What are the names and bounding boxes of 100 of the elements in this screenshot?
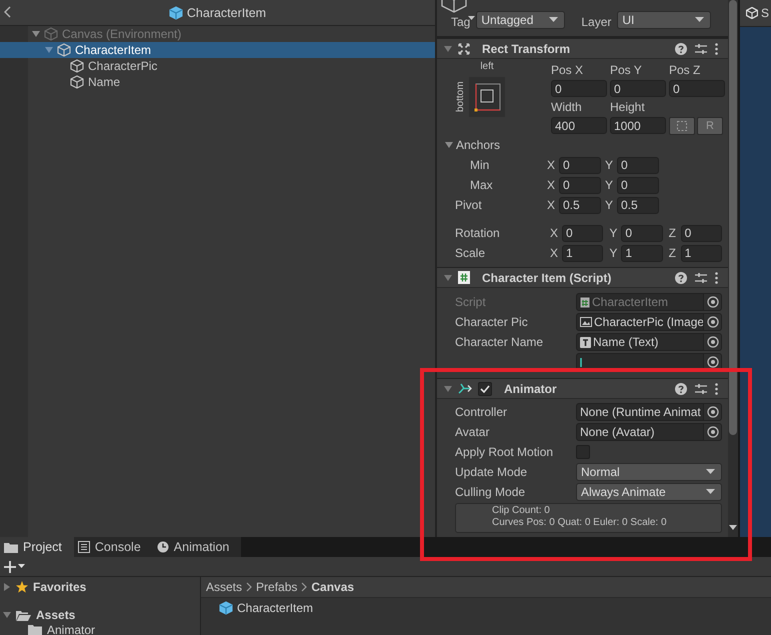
cube-icon — [168, 6, 183, 20]
checkbox[interactable] — [576, 445, 590, 459]
number-field[interactable]: 1000 — [610, 117, 666, 134]
disclosure-triangle-icon[interactable] — [444, 384, 452, 392]
more-icon[interactable] — [715, 42, 718, 54]
field-label: Script — [455, 295, 487, 309]
object-field[interactable]: None (Avatar) — [576, 423, 722, 441]
panel-tab[interactable]: Console — [74, 537, 153, 557]
presets-icon[interactable] — [695, 382, 707, 394]
field-label: Pos Y — [610, 62, 643, 79]
number-field[interactable]: 0 — [617, 156, 659, 174]
disclosure-triangle-icon[interactable] — [3, 583, 11, 591]
object-field[interactable]: None (Runtime Animat — [576, 403, 722, 421]
info-text: Curves Pos: 0 Quat: 0 Euler: 0 Scale: 0 — [492, 517, 668, 529]
project-tree-item[interactable]: Animator — [0, 623, 200, 635]
number-field[interactable]: 0 — [562, 224, 604, 242]
number-field[interactable]: 0 — [559, 156, 601, 174]
layer-dropdown[interactable]: UI — [617, 11, 712, 29]
image-icon — [580, 317, 592, 327]
number-field[interactable]: 0 — [669, 80, 725, 97]
field-label: Pos Z — [669, 62, 702, 79]
object-picker-icon[interactable] — [706, 316, 718, 328]
field-value: None (Runtime Animat — [580, 405, 701, 419]
dropdown-caret-icon — [706, 489, 715, 495]
panel-tab[interactable]: Project — [0, 537, 74, 557]
object-picker-icon[interactable] — [706, 296, 718, 308]
more-icon[interactable] — [715, 382, 718, 394]
presets-icon[interactable] — [695, 272, 707, 284]
list-icon — [78, 541, 90, 553]
axis-label: X — [547, 198, 556, 212]
number-field[interactable]: 0 — [680, 224, 722, 242]
axis-label: Y — [605, 158, 614, 172]
chevron-icon — [301, 582, 308, 592]
tag-dropdown[interactable]: Untagged — [476, 11, 566, 29]
dropdown[interactable]: Normal — [576, 463, 722, 481]
axis-label: Z — [668, 246, 677, 260]
number-field[interactable]: 1 — [562, 244, 604, 262]
number-field[interactable]: 1 — [680, 244, 722, 262]
object-picker-icon[interactable] — [706, 426, 718, 438]
field-value: Name (Text) — [593, 335, 658, 349]
scene-tab[interactable]: S — [740, 0, 771, 27]
field-label: Min — [470, 158, 490, 172]
object-picker-icon[interactable] — [706, 356, 718, 368]
number-field[interactable]: 0 — [610, 80, 666, 97]
number-field[interactable]: 0 — [551, 80, 607, 97]
breadcrumb-item[interactable]: Prefabs — [256, 580, 298, 594]
more-icon[interactable] — [715, 272, 718, 284]
field-value: CharacterItem — [592, 295, 668, 309]
number-field[interactable]: 0 — [621, 224, 663, 242]
field-label: Controller — [455, 405, 508, 419]
section-label[interactable]: Anchors — [456, 138, 548, 152]
asset-item[interactable]: CharacterItem — [201, 598, 771, 617]
axis-label: Z — [668, 226, 677, 240]
script-icon — [458, 271, 470, 284]
anchor-preset-button[interactable] — [469, 77, 505, 117]
cube-icon — [219, 601, 233, 615]
axis-label: X — [547, 178, 556, 192]
scroll-down-arrow-icon[interactable] — [729, 525, 737, 531]
object-picker-icon[interactable] — [706, 406, 718, 418]
project-tree-item[interactable]: Assets — [0, 607, 200, 623]
axis-label: Y — [605, 178, 614, 192]
star-icon — [16, 581, 28, 593]
cube-icon — [70, 59, 84, 73]
presets-icon[interactable] — [695, 42, 707, 54]
layer-label: Layer — [581, 15, 612, 29]
field-label: Character Pic — [455, 315, 529, 329]
blueprint-mode-button[interactable] — [669, 117, 695, 135]
dropdown[interactable]: Always Animate — [576, 483, 722, 501]
field-label: Update Mode — [455, 465, 528, 479]
field-label: Avatar — [455, 425, 490, 439]
disclosure-triangle-icon[interactable] — [3, 611, 11, 619]
panel-tab[interactable]: Animation — [152, 537, 242, 557]
object-picker-icon[interactable] — [706, 336, 718, 348]
component-title[interactable]: Animator — [504, 382, 557, 396]
field-label: Height — [610, 99, 646, 116]
prefab-title: CharacterItem — [186, 6, 266, 20]
number-field[interactable]: 400 — [551, 117, 607, 134]
create-button[interactable] — [4, 560, 25, 572]
anchor-vertical-label: bottom — [455, 80, 467, 114]
number-field[interactable]: 0 — [617, 176, 659, 194]
axis-label: X — [550, 226, 560, 240]
help-icon[interactable] — [675, 272, 687, 284]
breadcrumb-item[interactable]: Canvas — [311, 580, 354, 594]
disclosure-triangle-icon[interactable] — [445, 141, 453, 149]
scrollbar-thumb[interactable] — [729, 0, 737, 435]
object-field[interactable]: Name (Text) — [576, 333, 722, 351]
cube-icon — [44, 27, 58, 41]
number-field[interactable]: 0.5 — [559, 196, 601, 214]
field-label: Scale — [455, 246, 486, 260]
project-tree-item[interactable]: Favorites — [0, 579, 200, 595]
enable-checkbox[interactable] — [478, 382, 492, 396]
disclosure-triangle-icon[interactable] — [444, 44, 452, 52]
breadcrumb-item[interactable]: Assets — [206, 580, 242, 594]
number-field[interactable]: 0.5 — [617, 196, 659, 214]
cube-icon — [57, 43, 71, 57]
help-icon[interactable] — [675, 42, 687, 54]
disclosure-triangle-icon[interactable] — [444, 274, 452, 282]
number-field[interactable]: 0 — [559, 176, 601, 194]
help-icon[interactable] — [675, 382, 687, 394]
number-field[interactable]: 1 — [621, 244, 663, 262]
